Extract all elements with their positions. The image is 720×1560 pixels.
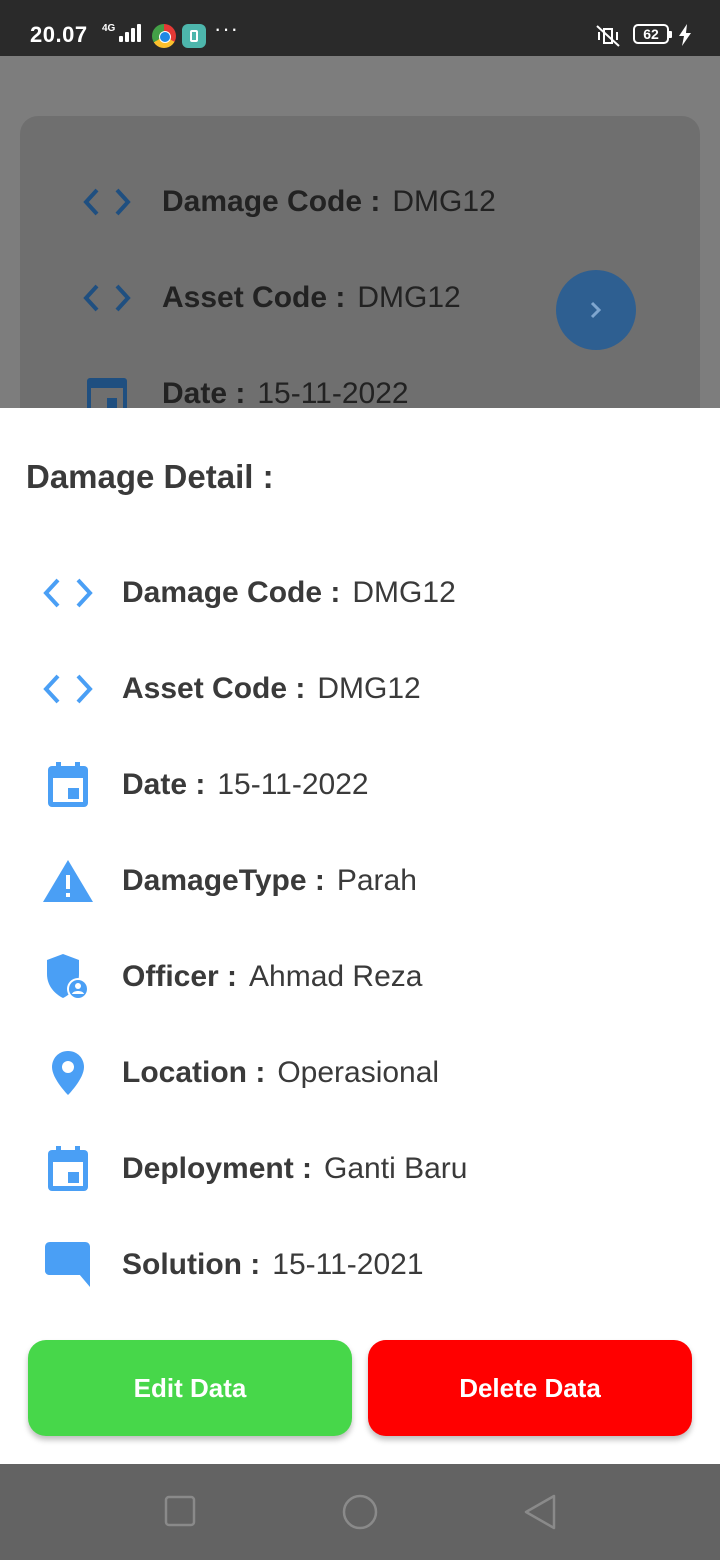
detail-value: Ganti Baru — [324, 1152, 468, 1185]
card-row-asset-code: Asset Code : DMG12 — [82, 278, 461, 318]
detail-label: Date : — [122, 768, 206, 801]
network-type: 4G — [102, 23, 116, 34]
detail-label: Asset Code : — [122, 672, 306, 705]
detail-row-officer: Officer : Ahmad Reza — [40, 952, 422, 1002]
detail-value: 15-11-2022 — [217, 768, 369, 801]
calendar-icon — [40, 1144, 96, 1194]
detail-label: Officer : — [122, 960, 238, 993]
card-label: Asset Code : — [162, 281, 346, 314]
battery-icon: 62 — [633, 24, 672, 44]
home-icon[interactable] — [340, 1494, 380, 1535]
location-pin-icon — [40, 1048, 96, 1098]
card-label: Date : — [162, 377, 246, 410]
navigation-bar — [0, 1464, 720, 1560]
detail-value: 15-11-2021 — [272, 1248, 424, 1281]
detail-row-date: Date : 15-11-2022 — [40, 760, 369, 810]
card-label: Damage Code : — [162, 185, 381, 218]
vibrate-off-icon — [594, 24, 622, 53]
status-time: 20.07 — [30, 22, 88, 47]
detail-row-location: Location : Operasional — [40, 1048, 439, 1098]
chevron-right-icon — [590, 301, 602, 319]
more-notifications-icon: ··· — [214, 16, 239, 41]
back-icon[interactable] — [522, 1494, 558, 1535]
detail-value: Parah — [336, 864, 417, 897]
detail-row-asset-code: Asset Code : DMG12 — [40, 664, 421, 714]
edit-data-button[interactable]: Edit Data — [28, 1340, 352, 1436]
detail-label: DamageType : — [122, 864, 325, 897]
comment-icon — [40, 1240, 96, 1290]
card-value: 15-11-2022 — [257, 377, 409, 410]
code-icon — [82, 278, 132, 318]
detail-value: DMG12 — [352, 576, 456, 609]
card-row-damage-code: Damage Code : DMG12 — [82, 182, 496, 222]
shield-user-icon — [40, 952, 96, 1002]
delete-data-button[interactable]: Delete Data — [368, 1340, 692, 1436]
detail-label: Solution : — [122, 1248, 261, 1281]
code-icon — [40, 664, 96, 714]
warning-icon — [40, 856, 96, 906]
detail-row-solution: Solution : 15-11-2021 — [40, 1240, 424, 1290]
detail-row-deployment: Deployment : Ganti Baru — [40, 1144, 467, 1194]
detail-row-damage-type: DamageType : Parah — [40, 856, 417, 906]
chrome-icon — [152, 24, 176, 48]
card-value: DMG12 — [357, 281, 461, 314]
detail-value: DMG12 — [317, 672, 421, 705]
status-bar: 20.07 4G ··· 62 — [0, 0, 720, 56]
detail-value: Operasional — [277, 1056, 440, 1089]
damage-detail-sheet: Damage Detail : Damage Code : DMG12 Asse… — [0, 408, 720, 1464]
card-value: DMG12 — [392, 185, 496, 218]
code-icon — [82, 182, 132, 222]
calendar-icon — [40, 760, 96, 810]
signal-icon: 4G — [102, 23, 142, 42]
detail-row-damage-code: Damage Code : DMG12 — [40, 568, 456, 618]
app-notification-icon — [182, 24, 206, 48]
charging-icon — [678, 24, 692, 51]
detail-label: Deployment : — [122, 1152, 313, 1185]
open-detail-button[interactable] — [556, 270, 636, 350]
detail-label: Location : — [122, 1056, 266, 1089]
recent-apps-icon[interactable] — [164, 1494, 196, 1533]
sheet-title: Damage Detail : — [26, 458, 274, 495]
detail-label: Damage Code : — [122, 576, 341, 609]
detail-value: Ahmad Reza — [249, 960, 423, 993]
code-icon — [40, 568, 96, 618]
